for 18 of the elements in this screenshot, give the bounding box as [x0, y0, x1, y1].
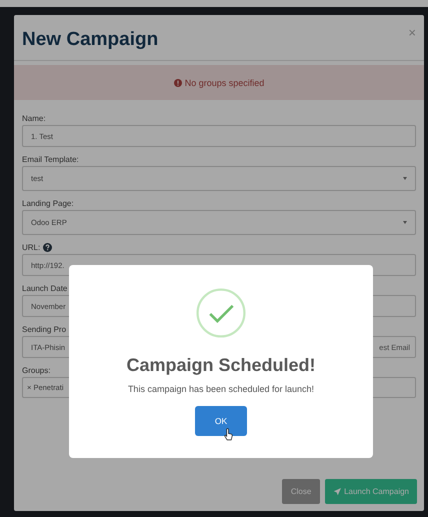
caret-icon — [403, 221, 407, 224]
ok-button[interactable]: OK — [195, 406, 247, 436]
field-label: Sending Pro — [22, 325, 66, 334]
field-label: URL: — [22, 243, 40, 252]
field-label: Name: — [22, 114, 46, 123]
dialog-message: This campaign has been scheduled for launch! — [128, 384, 314, 394]
check-icon — [194, 286, 248, 340]
caret-icon — [403, 177, 407, 180]
field-label: Groups: — [22, 366, 50, 375]
field-label: Launch Date — [22, 284, 68, 293]
exclamation-icon — [174, 78, 182, 86]
window-title: New Campaign — [22, 29, 158, 51]
dialog-title: Campaign Scheduled! — [126, 355, 316, 376]
field-label: Landing Page: — [22, 199, 74, 208]
close-button[interactable]: Close — [282, 479, 320, 504]
alert-message: No groups specified — [184, 78, 264, 88]
field-label: Email Template: — [22, 155, 79, 164]
hand-cursor-icon — [224, 428, 233, 441]
